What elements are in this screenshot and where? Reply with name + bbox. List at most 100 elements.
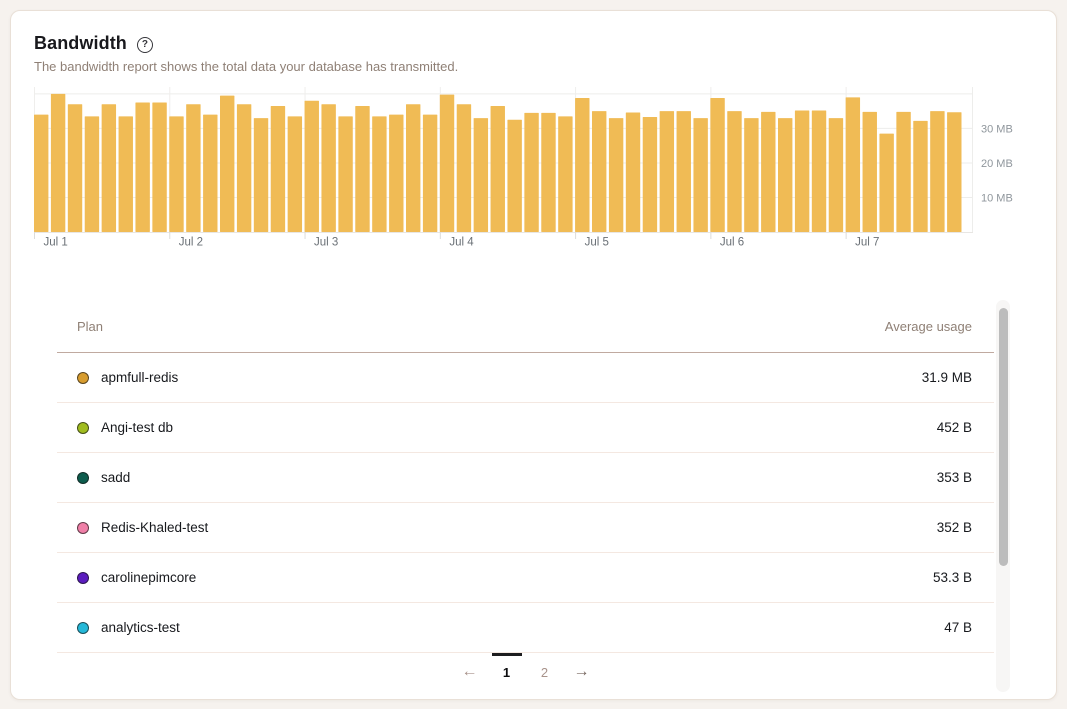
chart-bar[interactable] xyxy=(321,104,335,232)
previous-page-arrow-icon[interactable]: ← xyxy=(457,659,483,685)
chart-bar[interactable] xyxy=(507,120,521,232)
svg-text:30 MB: 30 MB xyxy=(981,123,1013,135)
chart-bar[interactable] xyxy=(710,98,724,232)
chart-bar[interactable] xyxy=(778,118,792,232)
chart-bar[interactable] xyxy=(863,112,877,232)
plan-name: analytics-test xyxy=(101,620,180,635)
page-number-button[interactable]: 2 xyxy=(531,657,559,687)
svg-text:20 MB: 20 MB xyxy=(981,158,1013,170)
table-row[interactable]: Angi-test db 452 B xyxy=(57,403,994,453)
column-header-average-usage: Average usage xyxy=(885,319,994,334)
chart-bar[interactable] xyxy=(372,116,386,232)
chart-bar[interactable] xyxy=(677,111,691,232)
svg-text:Jul 3: Jul 3 xyxy=(314,237,338,249)
chart-bar[interactable] xyxy=(254,118,268,232)
chart-bar[interactable] xyxy=(457,104,471,232)
chart-bar[interactable] xyxy=(829,118,843,232)
chart-bar[interactable] xyxy=(541,113,555,232)
chart-bar[interactable] xyxy=(203,115,217,232)
table-row[interactable]: apmfull-redis 31.9 MB xyxy=(57,353,994,403)
chart-bar[interactable] xyxy=(524,113,538,232)
chart-bar[interactable] xyxy=(220,96,234,232)
chart-bar[interactable] xyxy=(355,106,369,232)
chart-bar[interactable] xyxy=(389,115,403,232)
page-number-button[interactable]: 1 xyxy=(493,657,521,687)
chart-bar[interactable] xyxy=(169,116,183,232)
chart-bar[interactable] xyxy=(102,104,116,232)
plan-name: Redis-Khaled-test xyxy=(101,520,208,535)
chart-bar[interactable] xyxy=(288,116,302,232)
svg-text:Jul 4: Jul 4 xyxy=(449,237,474,249)
chart-bar[interactable] xyxy=(423,115,437,232)
chart-bar[interactable] xyxy=(237,104,251,232)
chart-bar[interactable] xyxy=(119,116,133,232)
chart-bar[interactable] xyxy=(727,111,741,232)
table-body: apmfull-redis 31.9 MB Angi-test db 452 B xyxy=(57,353,994,653)
chart-bar[interactable] xyxy=(85,116,99,232)
chart-bar[interactable] xyxy=(305,101,319,232)
table-header-row: Plan Average usage xyxy=(57,300,994,353)
chart-bar[interactable] xyxy=(812,110,826,232)
average-usage-value: 53.3 B xyxy=(933,570,994,585)
chart-bar[interactable] xyxy=(575,98,589,232)
bandwidth-chart-svg: Jul 1Jul 2Jul 3Jul 4Jul 5Jul 6Jul 730 MB… xyxy=(34,87,1035,249)
table-scrollbar-track[interactable] xyxy=(996,300,1010,692)
plan-color-dot xyxy=(77,472,89,484)
plan-name: sadd xyxy=(101,470,130,485)
chart-bar[interactable] xyxy=(558,116,572,232)
plan-color-dot xyxy=(77,622,89,634)
help-icon[interactable]: ? xyxy=(137,37,153,53)
average-usage-value: 47 B xyxy=(944,620,994,635)
chart-bar[interactable] xyxy=(406,104,420,232)
chart-bar[interactable] xyxy=(643,117,657,232)
chart-bar[interactable] xyxy=(592,111,606,232)
average-usage-value: 452 B xyxy=(937,420,994,435)
column-header-plan: Plan xyxy=(57,319,103,334)
table-row[interactable]: analytics-test 47 B xyxy=(57,603,994,653)
card-subtitle: The bandwidth report shows the total dat… xyxy=(34,59,1033,74)
chart-bar[interactable] xyxy=(68,104,82,232)
plan-name: apmfull-redis xyxy=(101,370,178,385)
svg-text:Jul 7: Jul 7 xyxy=(855,237,879,249)
svg-text:Jul 6: Jul 6 xyxy=(720,237,744,249)
pagination: ← 1 2 → xyxy=(57,653,994,691)
average-usage-value: 31.9 MB xyxy=(922,370,994,385)
plan-name: carolinepimcore xyxy=(101,570,196,585)
chart-bar[interactable] xyxy=(51,94,65,232)
chart-bar[interactable] xyxy=(761,112,775,232)
chart-bar[interactable] xyxy=(440,95,454,232)
svg-text:Jul 5: Jul 5 xyxy=(585,237,609,249)
chart-bar[interactable] xyxy=(913,121,927,232)
chart-bar[interactable] xyxy=(491,106,505,232)
chart-bar[interactable] xyxy=(34,115,48,232)
chart-bar[interactable] xyxy=(744,118,758,232)
card-header: Bandwidth ? xyxy=(34,33,1033,54)
chart-bar[interactable] xyxy=(930,111,944,232)
plan-name: Angi-test db xyxy=(101,420,173,435)
chart-bar[interactable] xyxy=(879,134,893,232)
table-row[interactable]: sadd 353 B xyxy=(57,453,994,503)
chart-bar[interactable] xyxy=(474,118,488,232)
chart-bar[interactable] xyxy=(795,110,809,232)
page-buttons: 1 2 xyxy=(493,657,559,687)
chart-bar[interactable] xyxy=(271,106,285,232)
chart-bar[interactable] xyxy=(947,112,961,232)
chart-bar[interactable] xyxy=(186,104,200,232)
table-row[interactable]: Redis-Khaled-test 352 B xyxy=(57,503,994,553)
average-usage-value: 353 B xyxy=(937,470,994,485)
chart-bar[interactable] xyxy=(626,113,640,232)
chart-bar[interactable] xyxy=(660,111,674,232)
chart-bar[interactable] xyxy=(609,118,623,232)
table-row[interactable]: carolinepimcore 53.3 B xyxy=(57,553,994,603)
bandwidth-card: Bandwidth ? The bandwidth report shows t… xyxy=(10,10,1057,700)
next-page-arrow-icon[interactable]: → xyxy=(569,659,595,685)
chart-bar[interactable] xyxy=(338,116,352,232)
chart-bar[interactable] xyxy=(896,112,910,232)
chart-bar[interactable] xyxy=(135,103,149,232)
usage-table-section: Plan Average usage apmfull-redis 31.9 MB xyxy=(57,300,1010,692)
chart-bar[interactable] xyxy=(846,97,860,232)
chart-bar[interactable] xyxy=(693,118,707,232)
table-scrollbar-thumb[interactable] xyxy=(999,308,1008,566)
bandwidth-chart: Jul 1Jul 2Jul 3Jul 4Jul 5Jul 6Jul 730 MB… xyxy=(34,87,1033,249)
chart-bar[interactable] xyxy=(152,103,166,232)
